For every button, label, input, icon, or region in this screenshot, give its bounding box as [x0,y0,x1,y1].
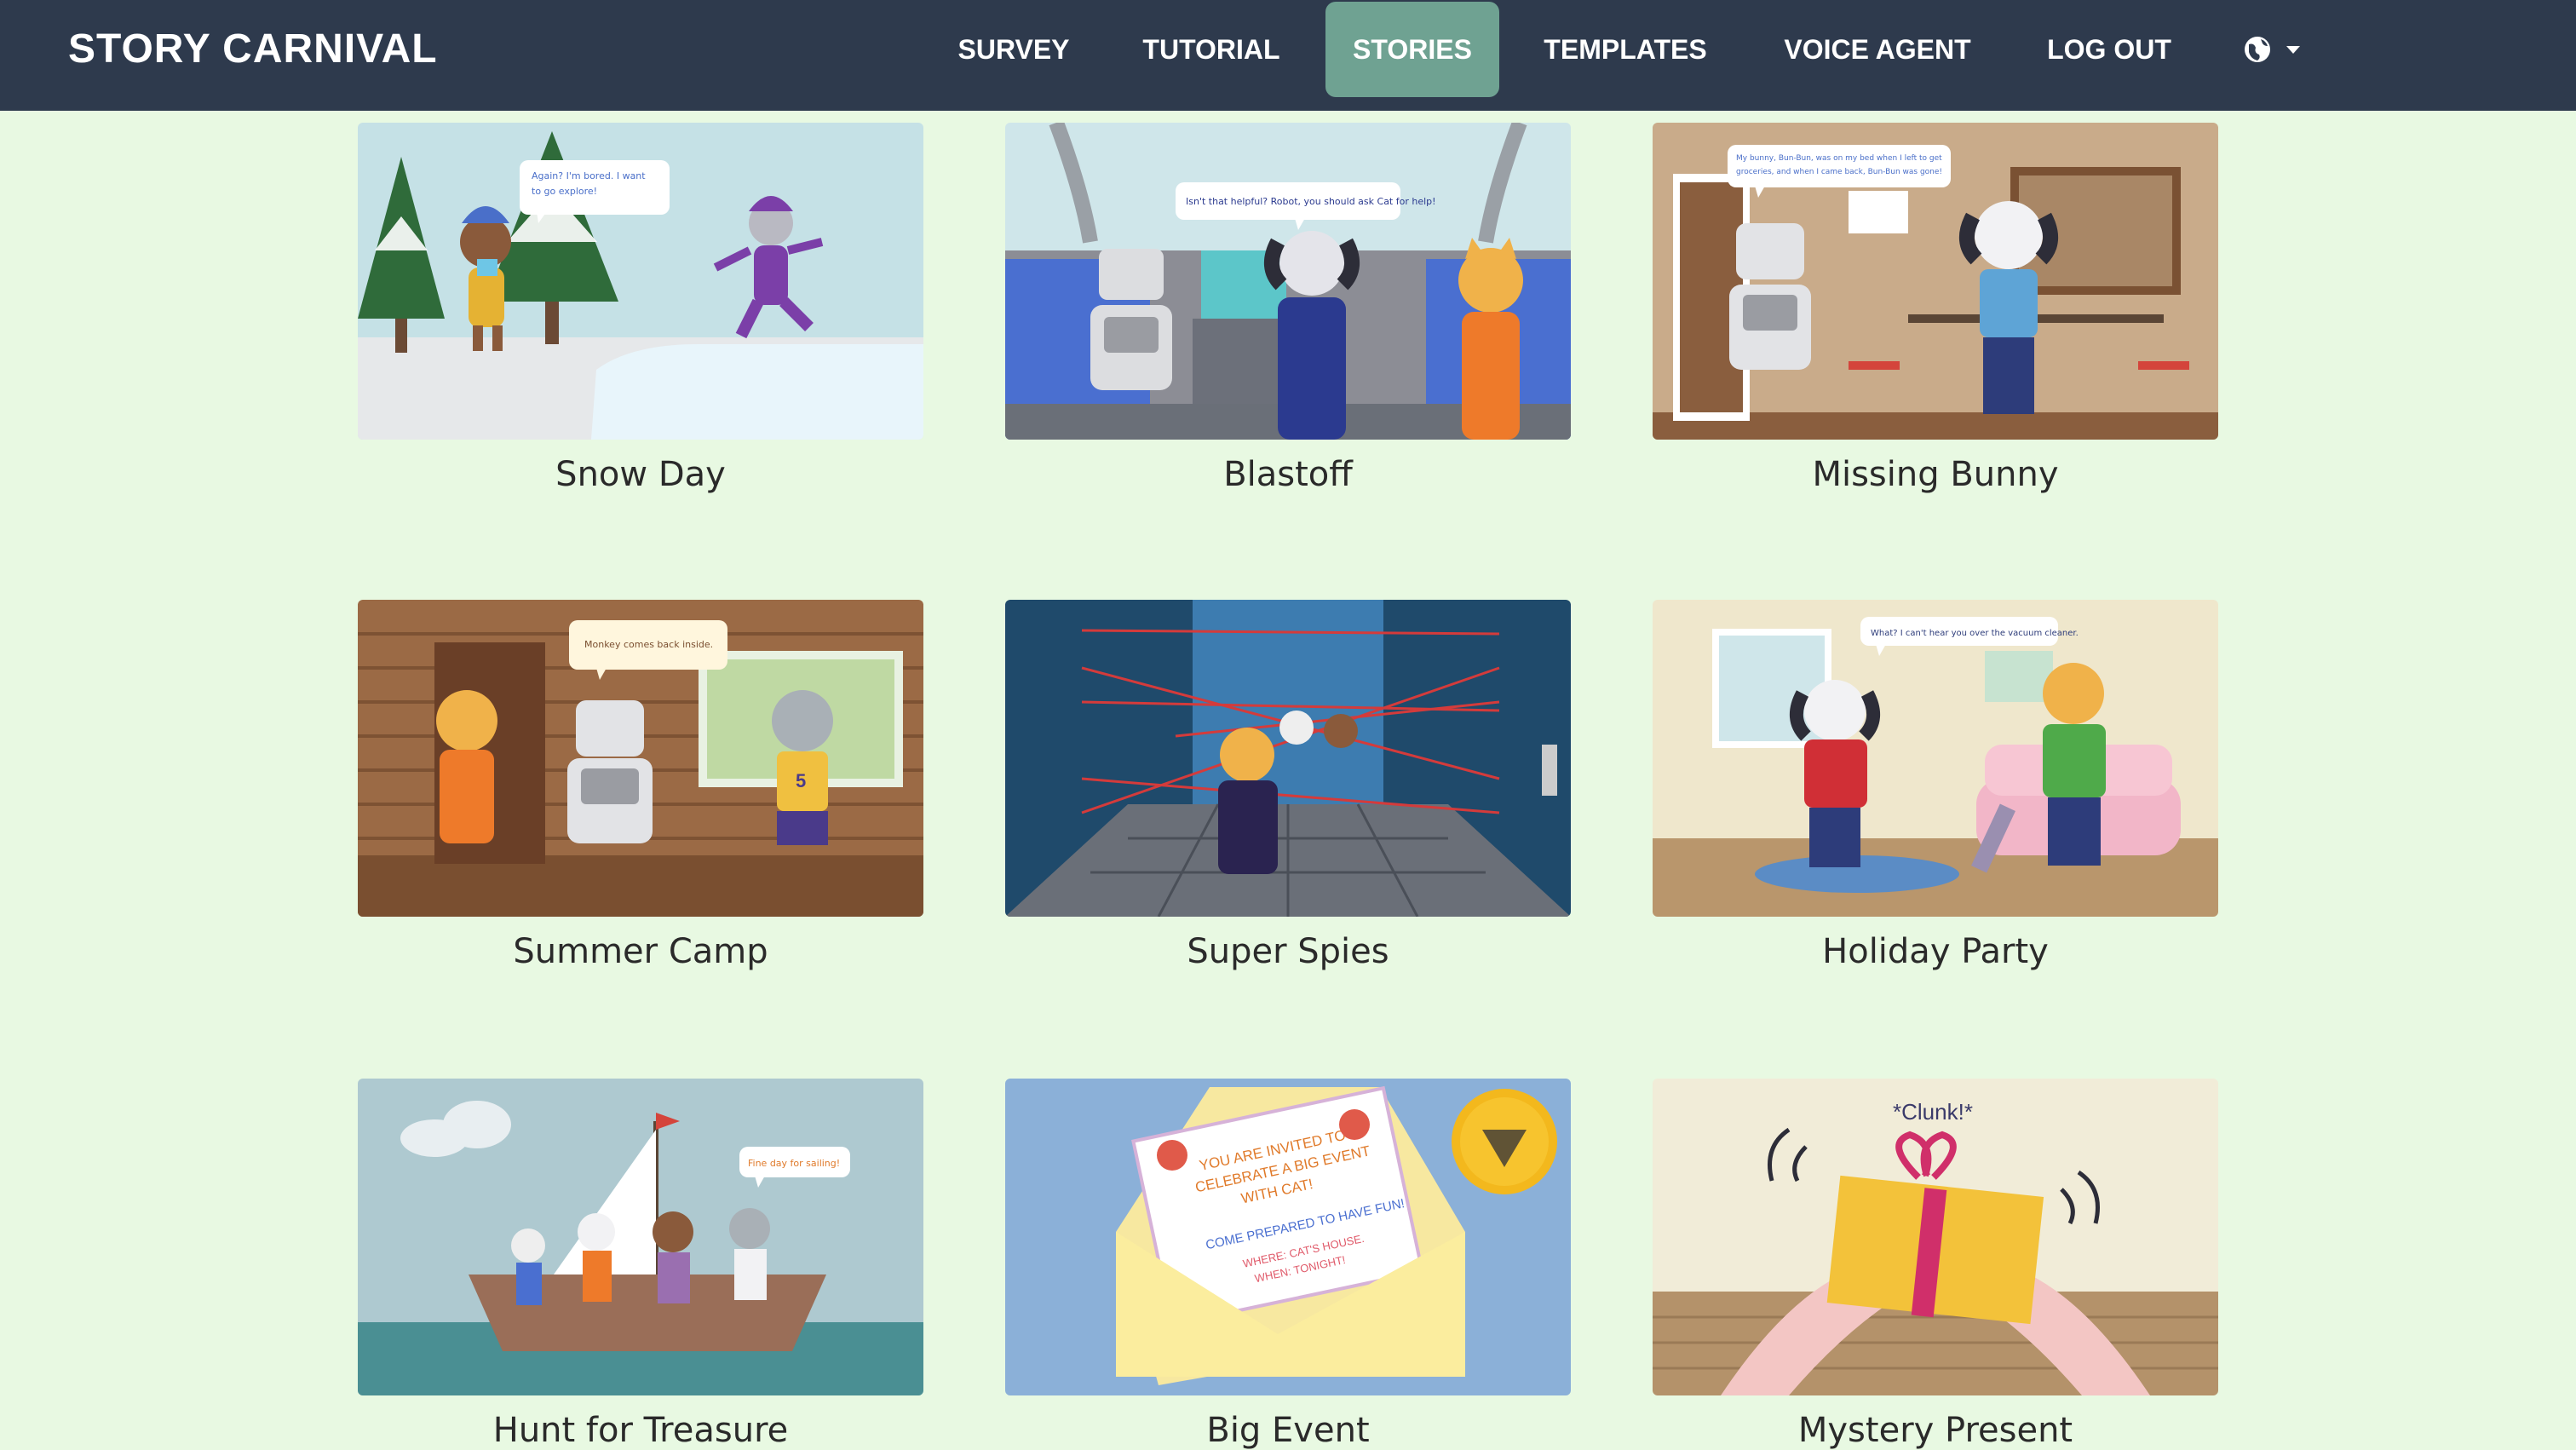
blastoff-illustration: Isn't that helpful? Robot, you should as… [1005,123,1571,440]
snow-day-illustration: Again? I'm bored. I want to go explore! [358,123,923,440]
story-card-holiday-party[interactable]: What? I can't hear you over the vacuum c… [1653,600,2218,971]
brand-logo[interactable]: STORY CARNIVAL [68,26,438,72]
story-card-summer-camp[interactable]: 5 Monkey comes back inside. Summer Camp [358,600,923,971]
big-event-illustration: YOU ARE INVITED TO CELEBRATE A BIG EVENT… [1005,1079,1571,1395]
story-card-super-spies[interactable]: Super Spies [1005,600,1571,971]
story-card-hunt-for-treasure[interactable]: Fine day for sailing! Hunt for Treasure [358,1079,923,1450]
sound-effect-text: *Clunk!* [1893,1099,1973,1125]
story-thumbnail[interactable]: 5 Monkey comes back inside. [358,600,923,917]
nav-log-out[interactable]: LOG OUT [2027,2,2191,97]
nav-templates[interactable]: TEMPLATES [1527,2,1724,97]
story-card-blastoff[interactable]: Isn't that helpful? Robot, you should as… [1005,123,1571,494]
speech-bubble: Again? I'm bored. I want to go explore! [520,160,670,223]
svg-text:groceries, and when I came bac: groceries, and when I came back, Bun-Bun… [1736,168,1942,176]
story-thumbnail[interactable]: Isn't that helpful? Robot, you should as… [1005,123,1571,440]
story-thumbnail[interactable]: Fine day for sailing! [358,1079,923,1395]
language-selector[interactable] [2239,29,2307,70]
story-thumbnail[interactable]: What? I can't hear you over the vacuum c… [1653,600,2218,917]
story-card-mystery-present[interactable]: *Clunk!* Mystery Present [1653,1079,2218,1450]
story-title[interactable]: Missing Bunny [1653,455,2218,494]
story-title[interactable]: Hunt for Treasure [358,1411,923,1450]
svg-text:to go explore!: to go explore! [532,186,597,197]
svg-text:Monkey comes back inside.: Monkey comes back inside. [584,639,713,650]
mystery-present-illustration: *Clunk!* [1653,1079,2218,1395]
story-thumbnail[interactable]: Again? I'm bored. I want to go explore! [358,123,923,440]
story-title[interactable]: Blastoff [1005,455,1571,494]
svg-text:Isn't that helpful? Robot, you: Isn't that helpful? Robot, you should as… [1186,196,1436,207]
story-title[interactable]: Super Spies [1005,932,1571,971]
svg-text:What? I can't hear you over th: What? I can't hear you over the vacuum c… [1871,629,2079,638]
story-thumbnail[interactable]: My bunny, Bun-Bun, was on my bed when I … [1653,123,2218,440]
svg-text:My bunny, Bun-Bun, was on my b: My bunny, Bun-Bun, was on my bed when I … [1736,154,1942,163]
nav-voice-agent[interactable]: VOICE AGENT [1763,2,1992,97]
story-thumbnail[interactable] [1005,600,1571,917]
holiday-party-illustration: What? I can't hear you over the vacuum c… [1653,600,2218,917]
globe-icon [2245,37,2270,62]
hunt-for-treasure-illustration: Fine day for sailing! [358,1079,923,1395]
story-thumbnail[interactable]: YOU ARE INVITED TO CELEBRATE A BIG EVENT… [1005,1079,1571,1395]
story-title[interactable]: Summer Camp [358,932,923,971]
story-card-big-event[interactable]: YOU ARE INVITED TO CELEBRATE A BIG EVENT… [1005,1079,1571,1450]
caret-down-icon [2286,46,2300,54]
story-title[interactable]: Mystery Present [1653,1411,2218,1450]
jersey-number: 5 [796,770,806,791]
story-title[interactable]: Big Event [1005,1411,1571,1450]
svg-text:Again? I'm bored. I want: Again? I'm bored. I want [532,170,646,181]
nav-survey[interactable]: SURVEY [940,2,1087,97]
story-title[interactable]: Holiday Party [1653,932,2218,971]
svg-text:Fine day for sailing!: Fine day for sailing! [748,1158,840,1169]
story-card-snow-day[interactable]: Again? I'm bored. I want to go explore! … [358,123,923,494]
nav-tutorial[interactable]: TUTORIAL [1124,2,1298,97]
story-thumbnail[interactable]: *Clunk!* [1653,1079,2218,1395]
missing-bunny-illustration: My bunny, Bun-Bun, was on my bed when I … [1653,123,2218,440]
story-title[interactable]: Snow Day [358,455,923,494]
nav-stories[interactable]: STORIES [1325,2,1499,97]
story-card-missing-bunny[interactable]: My bunny, Bun-Bun, was on my bed when I … [1653,123,2218,494]
super-spies-illustration [1005,600,1571,917]
top-navbar: STORY CARNIVAL SURVEY TUTORIAL STORIES T… [0,0,2576,111]
summer-camp-illustration: 5 Monkey comes back inside. [358,600,923,917]
